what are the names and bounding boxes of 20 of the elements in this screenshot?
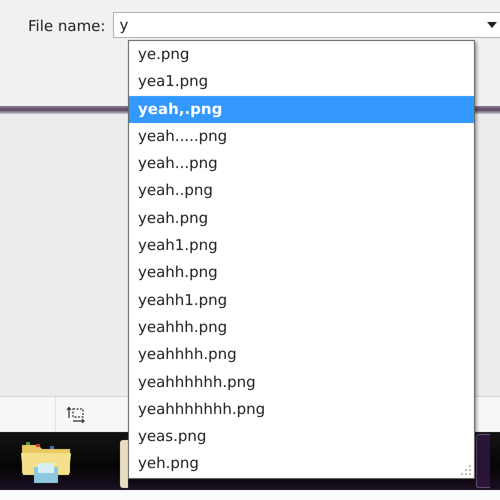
suggestion-item[interactable]: yeas.png [129,423,474,450]
file-name-field[interactable]: y [113,12,500,38]
suggestion-item[interactable]: yeah...png [129,150,474,178]
suggestion-item[interactable]: yeah.....png [129,122,474,150]
suggestion-item[interactable]: yeh.png [129,450,474,478]
suggestion-item[interactable]: yeahhhh.png [129,341,474,369]
suggestion-item[interactable]: yeah.png [129,204,474,232]
suggestion-item[interactable]: yeah1.png [129,232,474,260]
suggestion-item[interactable]: ye.png [129,41,474,68]
select-area-icon[interactable] [66,406,86,424]
suggestion-item[interactable]: yeahh.png [129,259,474,287]
dropdown-caret-icon[interactable] [487,22,497,28]
file-name-label: File name: [28,17,106,35]
suggestion-item[interactable]: yeahhhhhh.png [129,368,474,396]
suggestion-item[interactable]: yeahhh.png [129,314,474,342]
taskbar-button[interactable] [476,434,490,488]
suggestion-item[interactable]: yea1.png [129,68,474,96]
resize-grip-icon[interactable] [460,464,472,476]
suggestion-item[interactable]: yeah..png [129,177,474,205]
suggestion-item[interactable]: yeahh1.png [129,286,474,314]
